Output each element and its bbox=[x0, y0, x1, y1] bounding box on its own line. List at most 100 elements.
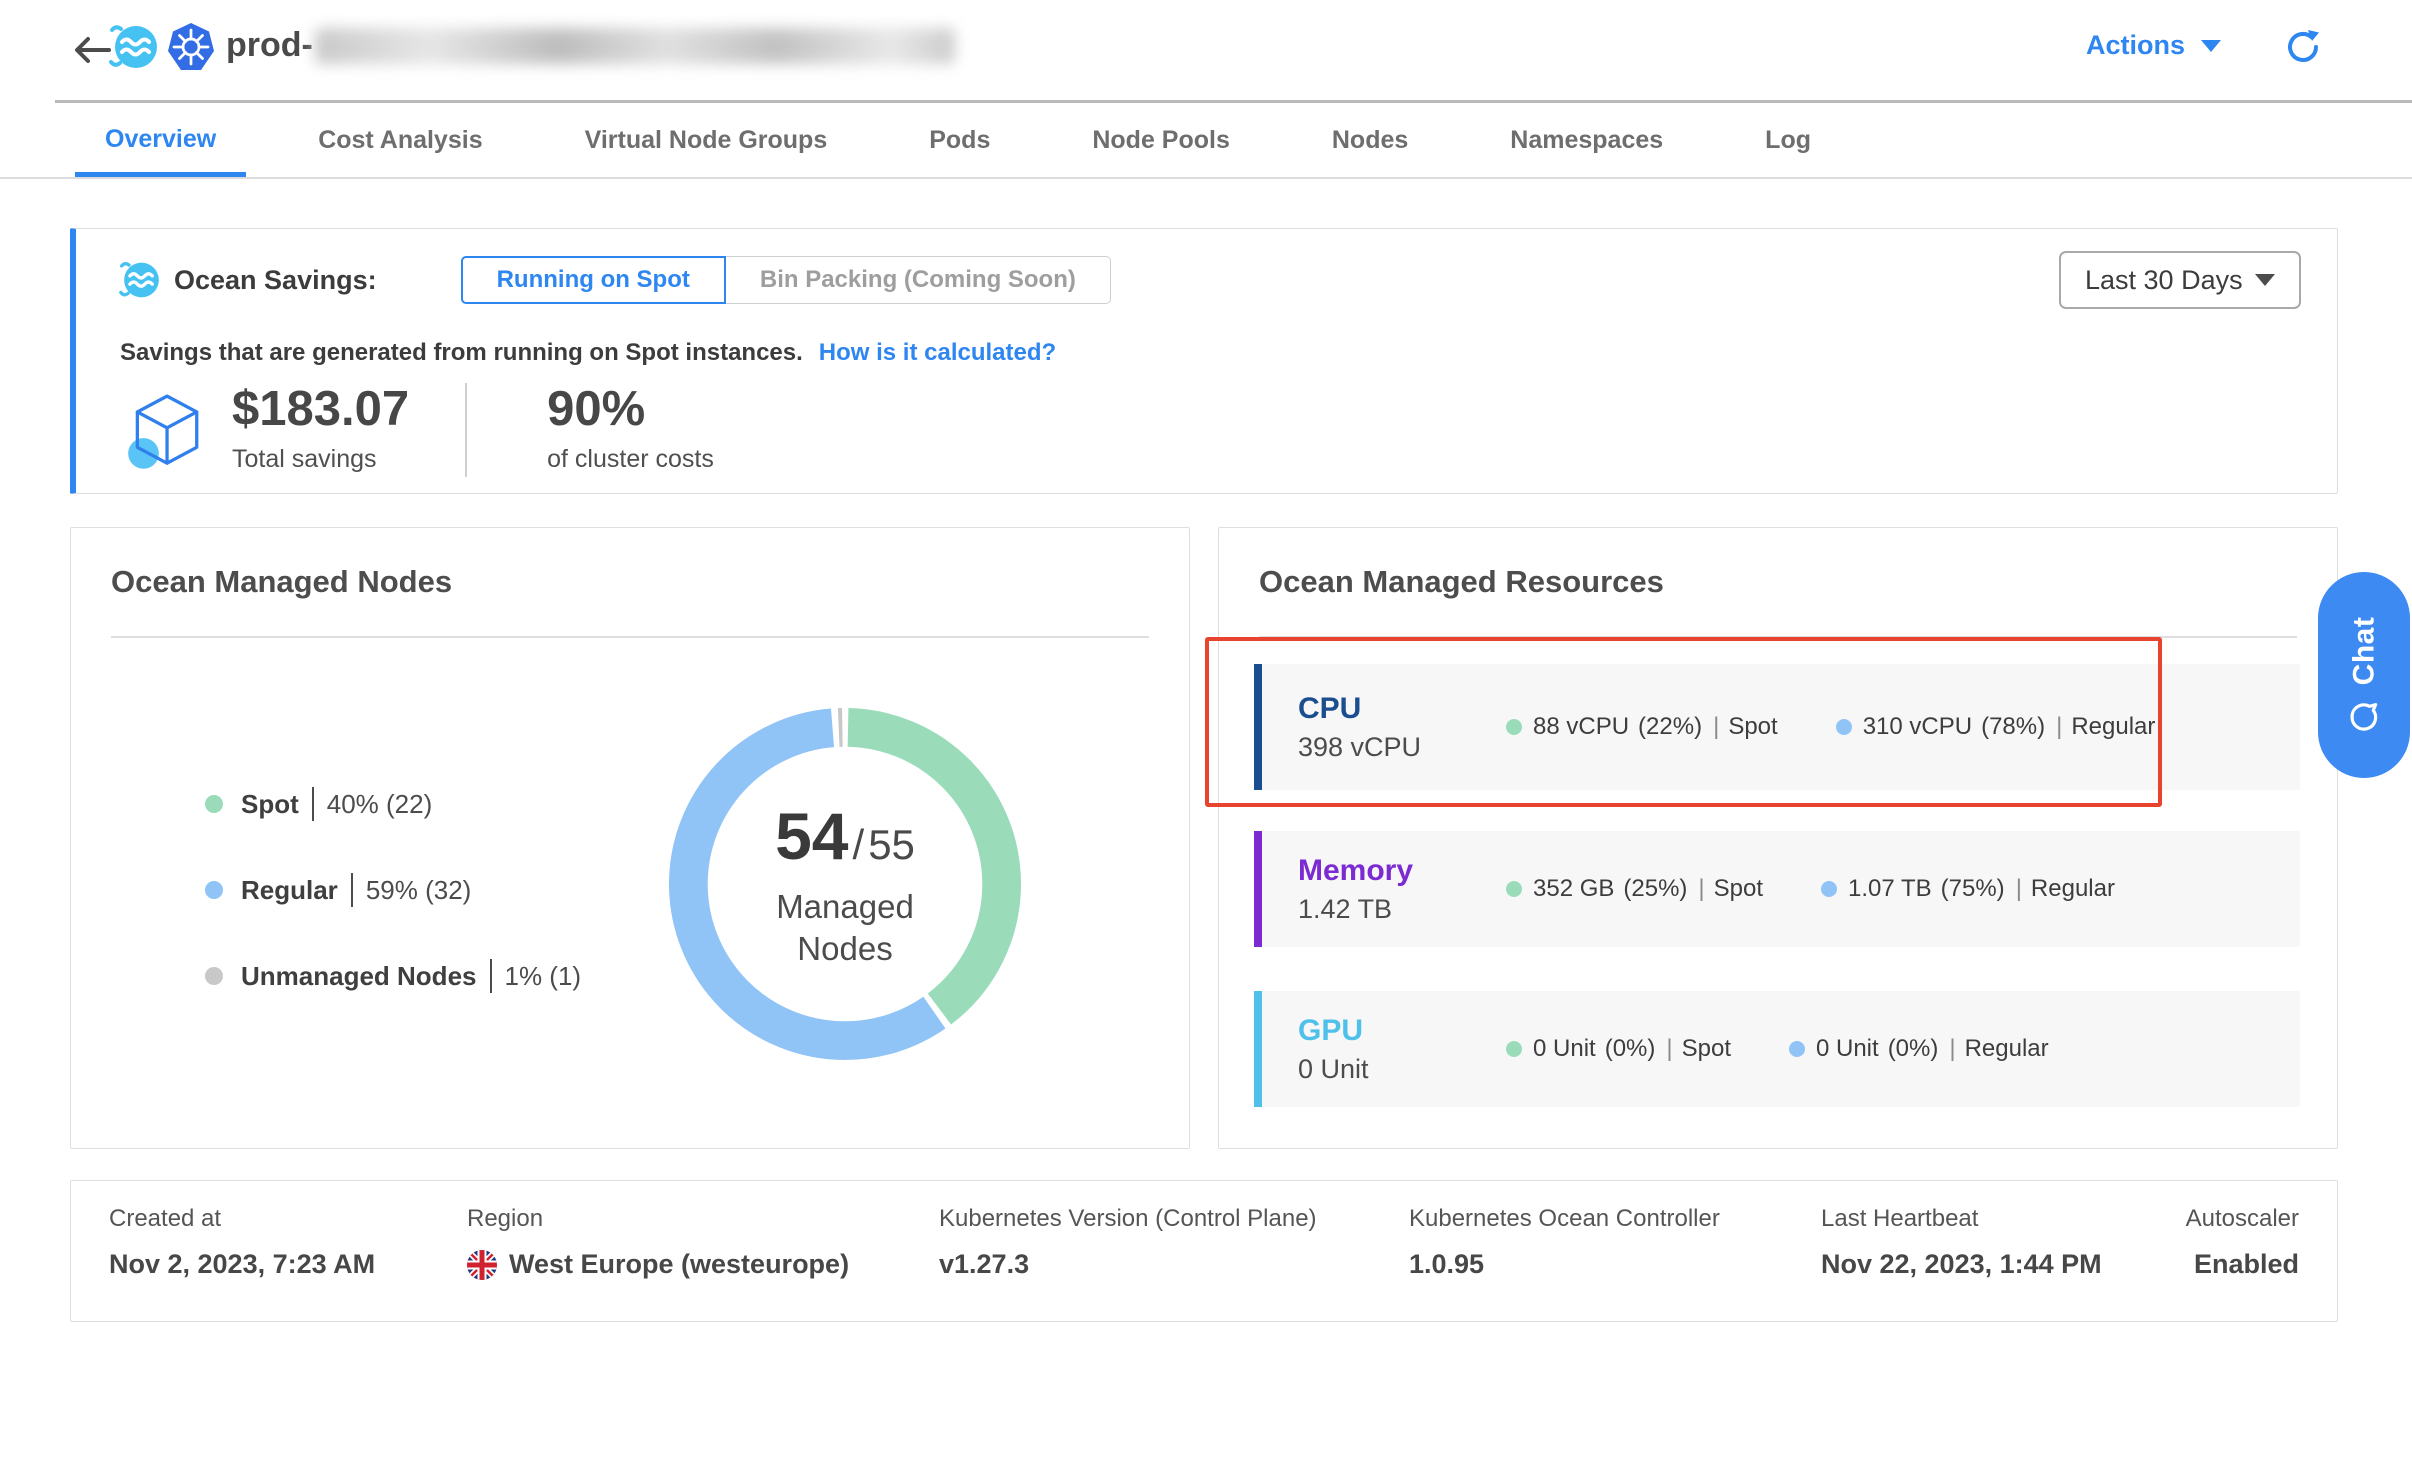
info-value: West Europe (westeurope) bbox=[467, 1249, 849, 1280]
spot-legend-dot bbox=[205, 795, 223, 813]
total-savings-metric: $183.07 Total savings bbox=[232, 381, 409, 474]
stat-pipe: | bbox=[1713, 713, 1719, 741]
tab-virtual-node-groups[interactable]: Virtual Node Groups bbox=[555, 103, 858, 177]
ocean-savings-icon bbox=[118, 256, 160, 304]
chat-label: Chat bbox=[2347, 617, 2381, 686]
info-value: Nov 2, 2023, 7:23 AM bbox=[109, 1249, 375, 1280]
back-button[interactable] bbox=[72, 34, 112, 66]
ocean-logo-icon bbox=[108, 18, 158, 76]
total-count: 55 bbox=[868, 821, 915, 869]
info-region: Region West Europe (westeurope) bbox=[467, 1205, 849, 1280]
tab-overview[interactable]: Overview bbox=[75, 103, 246, 177]
ocean-managed-resources-card: Ocean Managed Resources CPU 398 vCPU 88 … bbox=[1218, 527, 2338, 1149]
card-divider bbox=[1259, 636, 2297, 638]
page-header: prod- Actions bbox=[0, 0, 2412, 100]
stat-kind: Spot bbox=[1682, 1035, 1731, 1063]
refresh-button[interactable] bbox=[2284, 28, 2322, 66]
memory-regular-stat: 1.07 TB (75%) | Regular bbox=[1821, 875, 2115, 903]
memory-total: 1.42 TB bbox=[1298, 894, 1506, 925]
bin-packing-toggle[interactable]: Bin Packing (Coming Soon) bbox=[726, 256, 1111, 304]
nodes-legend: Spot 40% (22) Regular 59% (32) Unmanaged… bbox=[205, 786, 581, 1044]
cluster-name-redacted bbox=[315, 28, 955, 64]
how-calculated-link[interactable]: How is it calculated? bbox=[819, 339, 1056, 367]
unmanaged-legend-dot bbox=[205, 967, 223, 985]
chat-button[interactable]: Chat bbox=[2318, 572, 2410, 778]
chevron-down-icon bbox=[2255, 274, 2275, 286]
info-label: Kubernetes Version (Control Plane) bbox=[939, 1205, 1317, 1233]
stat-pct: (0%) bbox=[1888, 1035, 1939, 1063]
cluster-cost-pct-metric: 90% of cluster costs bbox=[547, 381, 714, 474]
regular-dot bbox=[1836, 719, 1852, 735]
cluster-cost-pct-label: of cluster costs bbox=[547, 445, 714, 474]
savings-description: Savings that are generated from running … bbox=[120, 339, 803, 367]
gpu-total: 0 Unit bbox=[1298, 1054, 1506, 1085]
tab-pods[interactable]: Pods bbox=[899, 103, 1020, 177]
info-autoscaler: Autoscaler Enabled bbox=[2186, 1205, 2299, 1280]
stat-value: 88 vCPU bbox=[1533, 713, 1629, 741]
memory-name: Memory bbox=[1298, 854, 1506, 888]
info-kubernetes-version: Kubernetes Version (Control Plane) v1.27… bbox=[939, 1205, 1317, 1280]
tab-bar: Overview Cost Analysis Virtual Node Grou… bbox=[0, 103, 2412, 177]
legend-separator bbox=[312, 787, 314, 821]
legend-item-spot: Spot 40% (22) bbox=[205, 786, 581, 822]
spot-dot bbox=[1506, 719, 1522, 735]
stat-pct: (78%) bbox=[1981, 713, 2045, 741]
stat-value: 0 Unit bbox=[1533, 1035, 1596, 1063]
info-label: Region bbox=[467, 1205, 849, 1233]
legend-value: 40% (22) bbox=[327, 789, 433, 820]
regular-dot bbox=[1789, 1041, 1805, 1057]
regular-dot bbox=[1821, 881, 1837, 897]
stat-kind: Regular bbox=[2031, 875, 2115, 903]
stat-pipe: | bbox=[1949, 1035, 1955, 1063]
legend-label: Unmanaged Nodes bbox=[241, 961, 477, 992]
ocean-cluster-overview-page: prod- Actions Overview Cost Analysis Vir… bbox=[0, 0, 2412, 1478]
cluster-info-bar: Created at Nov 2, 2023, 7:23 AM Region W… bbox=[70, 1180, 2338, 1322]
spot-dot bbox=[1506, 1041, 1522, 1057]
managed-nodes-title: Ocean Managed Nodes bbox=[111, 564, 452, 600]
savings-cube-icon bbox=[122, 391, 208, 477]
stat-kind: Regular bbox=[2071, 713, 2155, 741]
cpu-regular-stat: 310 vCPU (78%) | Regular bbox=[1836, 713, 2156, 741]
ocean-managed-nodes-card: Ocean Managed Nodes Spot 40% (22) Regula… bbox=[70, 527, 1190, 1149]
stat-pipe: | bbox=[2056, 713, 2062, 741]
period-dropdown[interactable]: Last 30 Days bbox=[2059, 251, 2301, 309]
stat-pipe: | bbox=[1666, 1035, 1672, 1063]
stat-pct: (22%) bbox=[1638, 713, 1702, 741]
stat-value: 0 Unit bbox=[1816, 1035, 1879, 1063]
refresh-icon bbox=[2284, 28, 2322, 66]
legend-separator bbox=[490, 959, 492, 993]
legend-label: Spot bbox=[241, 789, 299, 820]
tab-cost-analysis[interactable]: Cost Analysis bbox=[288, 103, 512, 177]
savings-description-row: Savings that are generated from running … bbox=[120, 339, 1056, 367]
cpu-spot-stat: 88 vCPU (22%) | Spot bbox=[1506, 713, 1778, 741]
savings-metrics-row: $183.07 Total savings 90% of cluster cos… bbox=[122, 381, 714, 477]
stat-value: 310 vCPU bbox=[1863, 713, 1972, 741]
tab-node-pools[interactable]: Node Pools bbox=[1062, 103, 1260, 177]
cpu-name: CPU bbox=[1298, 692, 1506, 726]
legend-item-unmanaged: Unmanaged Nodes 1% (1) bbox=[205, 958, 581, 994]
gpu-color-bar bbox=[1254, 991, 1262, 1107]
spot-dot bbox=[1506, 881, 1522, 897]
stat-kind: Spot bbox=[1728, 713, 1777, 741]
resource-row-gpu: GPU 0 Unit 0 Unit (0%) | Spot 0 Unit (0%… bbox=[1254, 991, 2300, 1107]
gpu-regular-stat: 0 Unit (0%) | Regular bbox=[1789, 1035, 2049, 1063]
actions-button[interactable]: Actions bbox=[2086, 30, 2221, 61]
stat-pct: (75%) bbox=[1941, 875, 2005, 903]
tab-log[interactable]: Log bbox=[1735, 103, 1841, 177]
regular-legend-dot bbox=[205, 881, 223, 899]
stat-pipe: | bbox=[2016, 875, 2022, 903]
running-on-spot-toggle[interactable]: Running on Spot bbox=[461, 256, 726, 304]
tabbar-divider bbox=[0, 177, 2412, 179]
info-value: 1.0.95 bbox=[1409, 1249, 1720, 1280]
info-value: Nov 22, 2023, 1:44 PM bbox=[1821, 1249, 2102, 1280]
stat-pct: (0%) bbox=[1605, 1035, 1656, 1063]
info-value: Enabled bbox=[2186, 1249, 2299, 1280]
total-savings-value: $183.07 bbox=[232, 381, 409, 437]
region-value: West Europe (westeurope) bbox=[509, 1249, 849, 1280]
managed-nodes-donut-chart: 54 / 55 Managed Nodes bbox=[669, 708, 1021, 1060]
tab-namespaces[interactable]: Namespaces bbox=[1480, 103, 1693, 177]
tab-nodes[interactable]: Nodes bbox=[1302, 103, 1438, 177]
legend-label: Regular bbox=[241, 875, 338, 906]
info-label: Kubernetes Ocean Controller bbox=[1409, 1205, 1720, 1233]
back-arrow-icon bbox=[72, 34, 112, 66]
